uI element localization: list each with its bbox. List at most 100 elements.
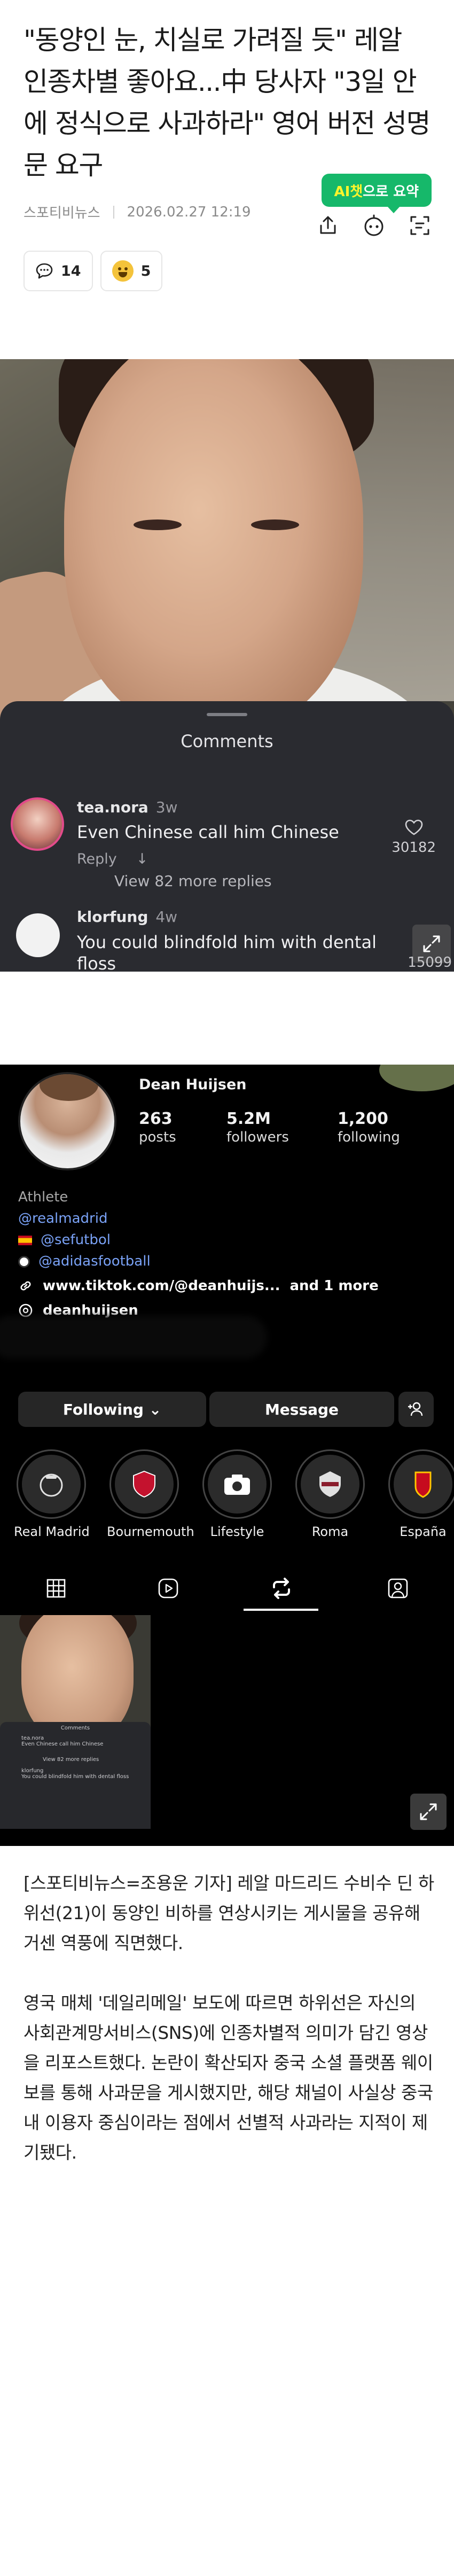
tab-reels[interactable] bbox=[123, 1567, 214, 1610]
share-icon[interactable] bbox=[317, 215, 339, 236]
article-paragraph: [스포티비뉴스=조용운 기자] 레알 마드리드 수비수 딘 하위선(21)이 동… bbox=[24, 1873, 434, 1953]
article-photo-profile: Dean Huijsen 263 posts 5.2M followers 1,20… bbox=[0, 1065, 454, 1846]
article-source[interactable]: 스포티비뉴스 bbox=[24, 202, 100, 222]
avatar[interactable] bbox=[16, 913, 60, 957]
ai-bot-icon[interactable] bbox=[362, 214, 386, 237]
reaction-button[interactable]: 5 bbox=[100, 251, 163, 291]
bio-link[interactable]: @sefutbol bbox=[41, 1232, 111, 1248]
thumbnail-user: klorfung bbox=[21, 1768, 44, 1774]
following-button[interactable]: Following ⌄ bbox=[18, 1392, 206, 1427]
highlight-label: Real Madrid bbox=[14, 1524, 90, 1539]
comment-time: 4w bbox=[155, 908, 178, 926]
ai-summary-suffix: 으로 요약 bbox=[363, 183, 419, 200]
tab-tagged[interactable] bbox=[353, 1567, 443, 1610]
expand-image-button[interactable] bbox=[410, 1794, 447, 1830]
ai-summary-tooltip[interactable]: AI챗 으로 요약 bbox=[321, 174, 432, 213]
bio-link[interactable]: @adidasfootball bbox=[38, 1253, 151, 1269]
avatar[interactable] bbox=[11, 797, 64, 851]
stat-value: 1,200 bbox=[338, 1109, 388, 1128]
highlight-label: Lifestyle bbox=[210, 1524, 264, 1539]
following-label: Following bbox=[62, 1400, 144, 1418]
reaction-bar: 14 5 bbox=[24, 251, 430, 291]
comments-sheet-title: Comments bbox=[181, 731, 273, 751]
comments-button[interactable]: 14 bbox=[24, 251, 93, 291]
view-more-replies[interactable]: View 82 more replies bbox=[114, 872, 272, 890]
stat-posts[interactable]: 263 posts bbox=[139, 1109, 176, 1145]
stat-value: 263 bbox=[139, 1109, 173, 1128]
tagged-icon bbox=[388, 1578, 408, 1599]
expand-icon bbox=[420, 1803, 437, 1820]
highlight-label: Roma bbox=[311, 1524, 349, 1539]
article-date: 2026.02.27 12:19 bbox=[127, 204, 251, 220]
comment-user[interactable]: klorfung bbox=[77, 908, 148, 926]
thumbnail-user: tea.nora bbox=[21, 1735, 44, 1741]
stat-followers[interactable]: 5.2M followers bbox=[226, 1109, 289, 1145]
article-paragraph: 영국 매체 '데일리메일' 보도에 따르면 하위선은 자신의 사회관계망서비스(… bbox=[24, 1992, 433, 2163]
like-control[interactable]: 30182 bbox=[392, 819, 436, 856]
grid-icon bbox=[46, 1579, 66, 1598]
club-crest-icon bbox=[40, 1473, 63, 1497]
thumbnail-comments: Comments tea.nora Even Chinese call him … bbox=[0, 1722, 151, 1829]
tab-grid[interactable] bbox=[11, 1567, 101, 1610]
arrow-down-icon: ↓ bbox=[136, 851, 148, 867]
profile-bio: Athlete @realmadrid @sefutbol @adidasfoo… bbox=[18, 1186, 379, 1321]
repost-icon bbox=[273, 1578, 290, 1599]
football-icon bbox=[18, 1255, 30, 1268]
reaction-count: 5 bbox=[140, 262, 151, 280]
add-user-icon bbox=[408, 1402, 423, 1416]
reels-icon bbox=[158, 1578, 178, 1599]
stat-following[interactable]: 1,200 following bbox=[338, 1109, 400, 1145]
post-thumbnail[interactable]: Comments tea.nora Even Chinese call him … bbox=[0, 1615, 151, 1829]
link-icon bbox=[20, 1281, 31, 1291]
meta-divider bbox=[113, 205, 114, 219]
highlight-espana[interactable]: España bbox=[386, 1449, 454, 1539]
website-more[interactable]: and 1 more bbox=[289, 1275, 378, 1297]
add-user-button[interactable] bbox=[398, 1392, 434, 1427]
message-label: Message bbox=[264, 1400, 339, 1418]
heart-icon bbox=[405, 819, 422, 835]
chevron-down-icon: ⌄ bbox=[148, 1400, 162, 1418]
website-link[interactable]: www.tiktok.com/@deanhuijs... bbox=[43, 1275, 280, 1297]
reply-button[interactable]: Reply bbox=[77, 851, 117, 867]
article-body: [스포티비뉴스=조용운 기자] 레알 마드리드 수비수 딘 하위선(21)이 동… bbox=[24, 1868, 435, 2168]
message-button[interactable]: Message bbox=[209, 1392, 394, 1427]
thumbnail-comment: Even Chinese call him Chinese bbox=[21, 1741, 104, 1747]
club-crest-icon bbox=[133, 1470, 155, 1498]
article-tools bbox=[317, 214, 430, 237]
stat-label: posts bbox=[139, 1129, 176, 1145]
comment-text: Even Chinese call him Chinese bbox=[77, 822, 339, 842]
like-count: 30182 bbox=[392, 840, 436, 856]
spain-flag-icon bbox=[18, 1235, 32, 1245]
federation-crest-icon bbox=[414, 1471, 432, 1498]
bio-link[interactable]: @realmadrid bbox=[18, 1208, 379, 1229]
sheet-handle[interactable] bbox=[207, 713, 247, 716]
thumbnail-more: View 82 more replies bbox=[43, 1757, 99, 1763]
stat-label: followers bbox=[226, 1129, 289, 1145]
highlight-roma[interactable]: Roma bbox=[293, 1449, 367, 1539]
profile-tabs bbox=[0, 1567, 454, 1611]
thumbnail-title: Comments bbox=[60, 1725, 90, 1731]
comment-bubble-icon bbox=[36, 263, 53, 279]
highlight-label: España bbox=[400, 1524, 447, 1539]
article-photo-comments: Comments tea.nora 3w Even Chinese call hi… bbox=[0, 359, 454, 972]
profile-category: Athlete bbox=[18, 1189, 68, 1205]
highlight-lifestyle[interactable]: Lifestyle bbox=[200, 1449, 275, 1539]
stat-label: following bbox=[338, 1129, 400, 1145]
expand-icon bbox=[423, 935, 440, 952]
tab-reposts[interactable] bbox=[236, 1567, 327, 1610]
article-page: "동양인 눈, 치실로 가려질 듯" 레알 인종차별 좋아요...中 당사자 "… bbox=[0, 0, 454, 2576]
highlight-label: Bournemouth bbox=[107, 1524, 194, 1539]
comment-count: 14 bbox=[61, 262, 81, 280]
website-row[interactable]: www.tiktok.com/@deanhuijs... and 1 more bbox=[18, 1275, 379, 1297]
ai-summary-prefix: AI챗 bbox=[334, 183, 363, 200]
active-tab-indicator bbox=[244, 1609, 318, 1611]
scan-icon[interactable] bbox=[409, 215, 430, 236]
comment-user[interactable]: tea.nora bbox=[77, 798, 148, 816]
highlight-real-madrid[interactable]: Real Madrid bbox=[14, 1449, 90, 1539]
highlight-bournemouth[interactable]: Bournemouth bbox=[107, 1449, 194, 1539]
thumbnail-comment: You could blindfold him with dental flos… bbox=[21, 1774, 129, 1780]
profile-avatar[interactable] bbox=[18, 1072, 116, 1170]
club-crest-icon bbox=[319, 1471, 341, 1497]
article-header: "동양인 눈, 치실로 가려질 듯" 레알 인종차별 좋아요...中 당사자 "… bbox=[0, 0, 454, 321]
camera-icon bbox=[224, 1475, 250, 1495]
